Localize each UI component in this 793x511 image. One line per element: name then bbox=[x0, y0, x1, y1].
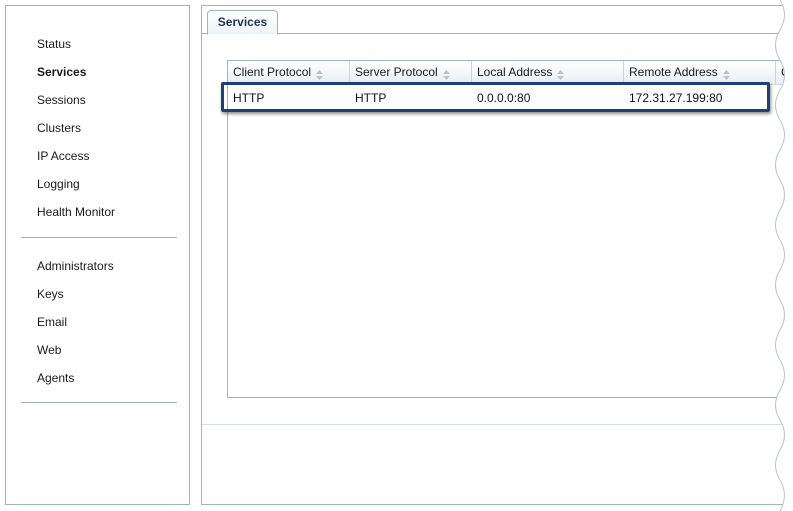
column-label: Client Protocol bbox=[233, 65, 312, 79]
sidebar-item-administrators[interactable]: Administrators bbox=[6, 256, 189, 284]
main-panel: Services Client Protocol Server Protocol… bbox=[201, 5, 793, 505]
torn-edge-decoration bbox=[775, 0, 793, 511]
column-header-client-protocol[interactable]: Client Protocol bbox=[228, 61, 350, 85]
sidebar-item-logging[interactable]: Logging bbox=[6, 174, 189, 202]
sidebar-item-email[interactable]: Email bbox=[6, 312, 189, 340]
sidebar-item-health-monitor[interactable]: Health Monitor bbox=[6, 202, 189, 230]
nav-group-main: Status Services Sessions Clusters IP Acc… bbox=[6, 34, 189, 230]
sidebar-item-web[interactable]: Web bbox=[6, 340, 189, 368]
services-table: Client Protocol Server Protocol Local Ad… bbox=[227, 60, 793, 398]
column-header-server-protocol[interactable]: Server Protocol bbox=[350, 61, 472, 85]
table-header: Client Protocol Server Protocol Local Ad… bbox=[228, 61, 793, 85]
nav-divider bbox=[21, 237, 177, 238]
sort-arrows-icon bbox=[442, 66, 451, 80]
sort-arrows-icon bbox=[315, 66, 324, 80]
tab-services[interactable]: Services bbox=[207, 10, 278, 35]
column-label: Local Address bbox=[477, 65, 553, 79]
panel-divider bbox=[202, 424, 793, 425]
column-label: Server Protocol bbox=[355, 65, 438, 79]
sidebar-item-clusters[interactable]: Clusters bbox=[6, 118, 189, 146]
sidebar-item-keys[interactable]: Keys bbox=[6, 284, 189, 312]
table-row[interactable]: HTTP HTTP 0.0.0.0:80 172.31.27.199:80 bbox=[228, 86, 793, 110]
sidebar-item-agents[interactable]: Agents bbox=[6, 368, 189, 396]
cell-local-address: 0.0.0.0:80 bbox=[477, 91, 531, 105]
sidebar-item-ip-access[interactable]: IP Access bbox=[6, 146, 189, 174]
sort-arrows-icon bbox=[722, 66, 731, 80]
sort-arrows-icon bbox=[556, 66, 565, 80]
cell-client-protocol: HTTP bbox=[233, 91, 265, 105]
cell-remote-address: 172.31.27.199:80 bbox=[629, 91, 723, 105]
tab-strip: Services bbox=[202, 6, 793, 35]
nav-group-admin: Administrators Keys Email Web Agents bbox=[6, 256, 189, 396]
sidebar-item-services[interactable]: Services bbox=[6, 62, 189, 90]
column-header-remote-address[interactable]: Remote Address bbox=[624, 61, 776, 85]
nav-divider bbox=[21, 402, 177, 403]
sidebar-item-status[interactable]: Status bbox=[6, 34, 189, 62]
sidebar-nav: Status Services Sessions Clusters IP Acc… bbox=[5, 5, 190, 505]
column-header-local-address[interactable]: Local Address bbox=[472, 61, 624, 85]
cell-server-protocol: HTTP bbox=[355, 91, 387, 105]
column-label: Remote Address bbox=[629, 65, 718, 79]
sidebar-item-sessions[interactable]: Sessions bbox=[6, 90, 189, 118]
